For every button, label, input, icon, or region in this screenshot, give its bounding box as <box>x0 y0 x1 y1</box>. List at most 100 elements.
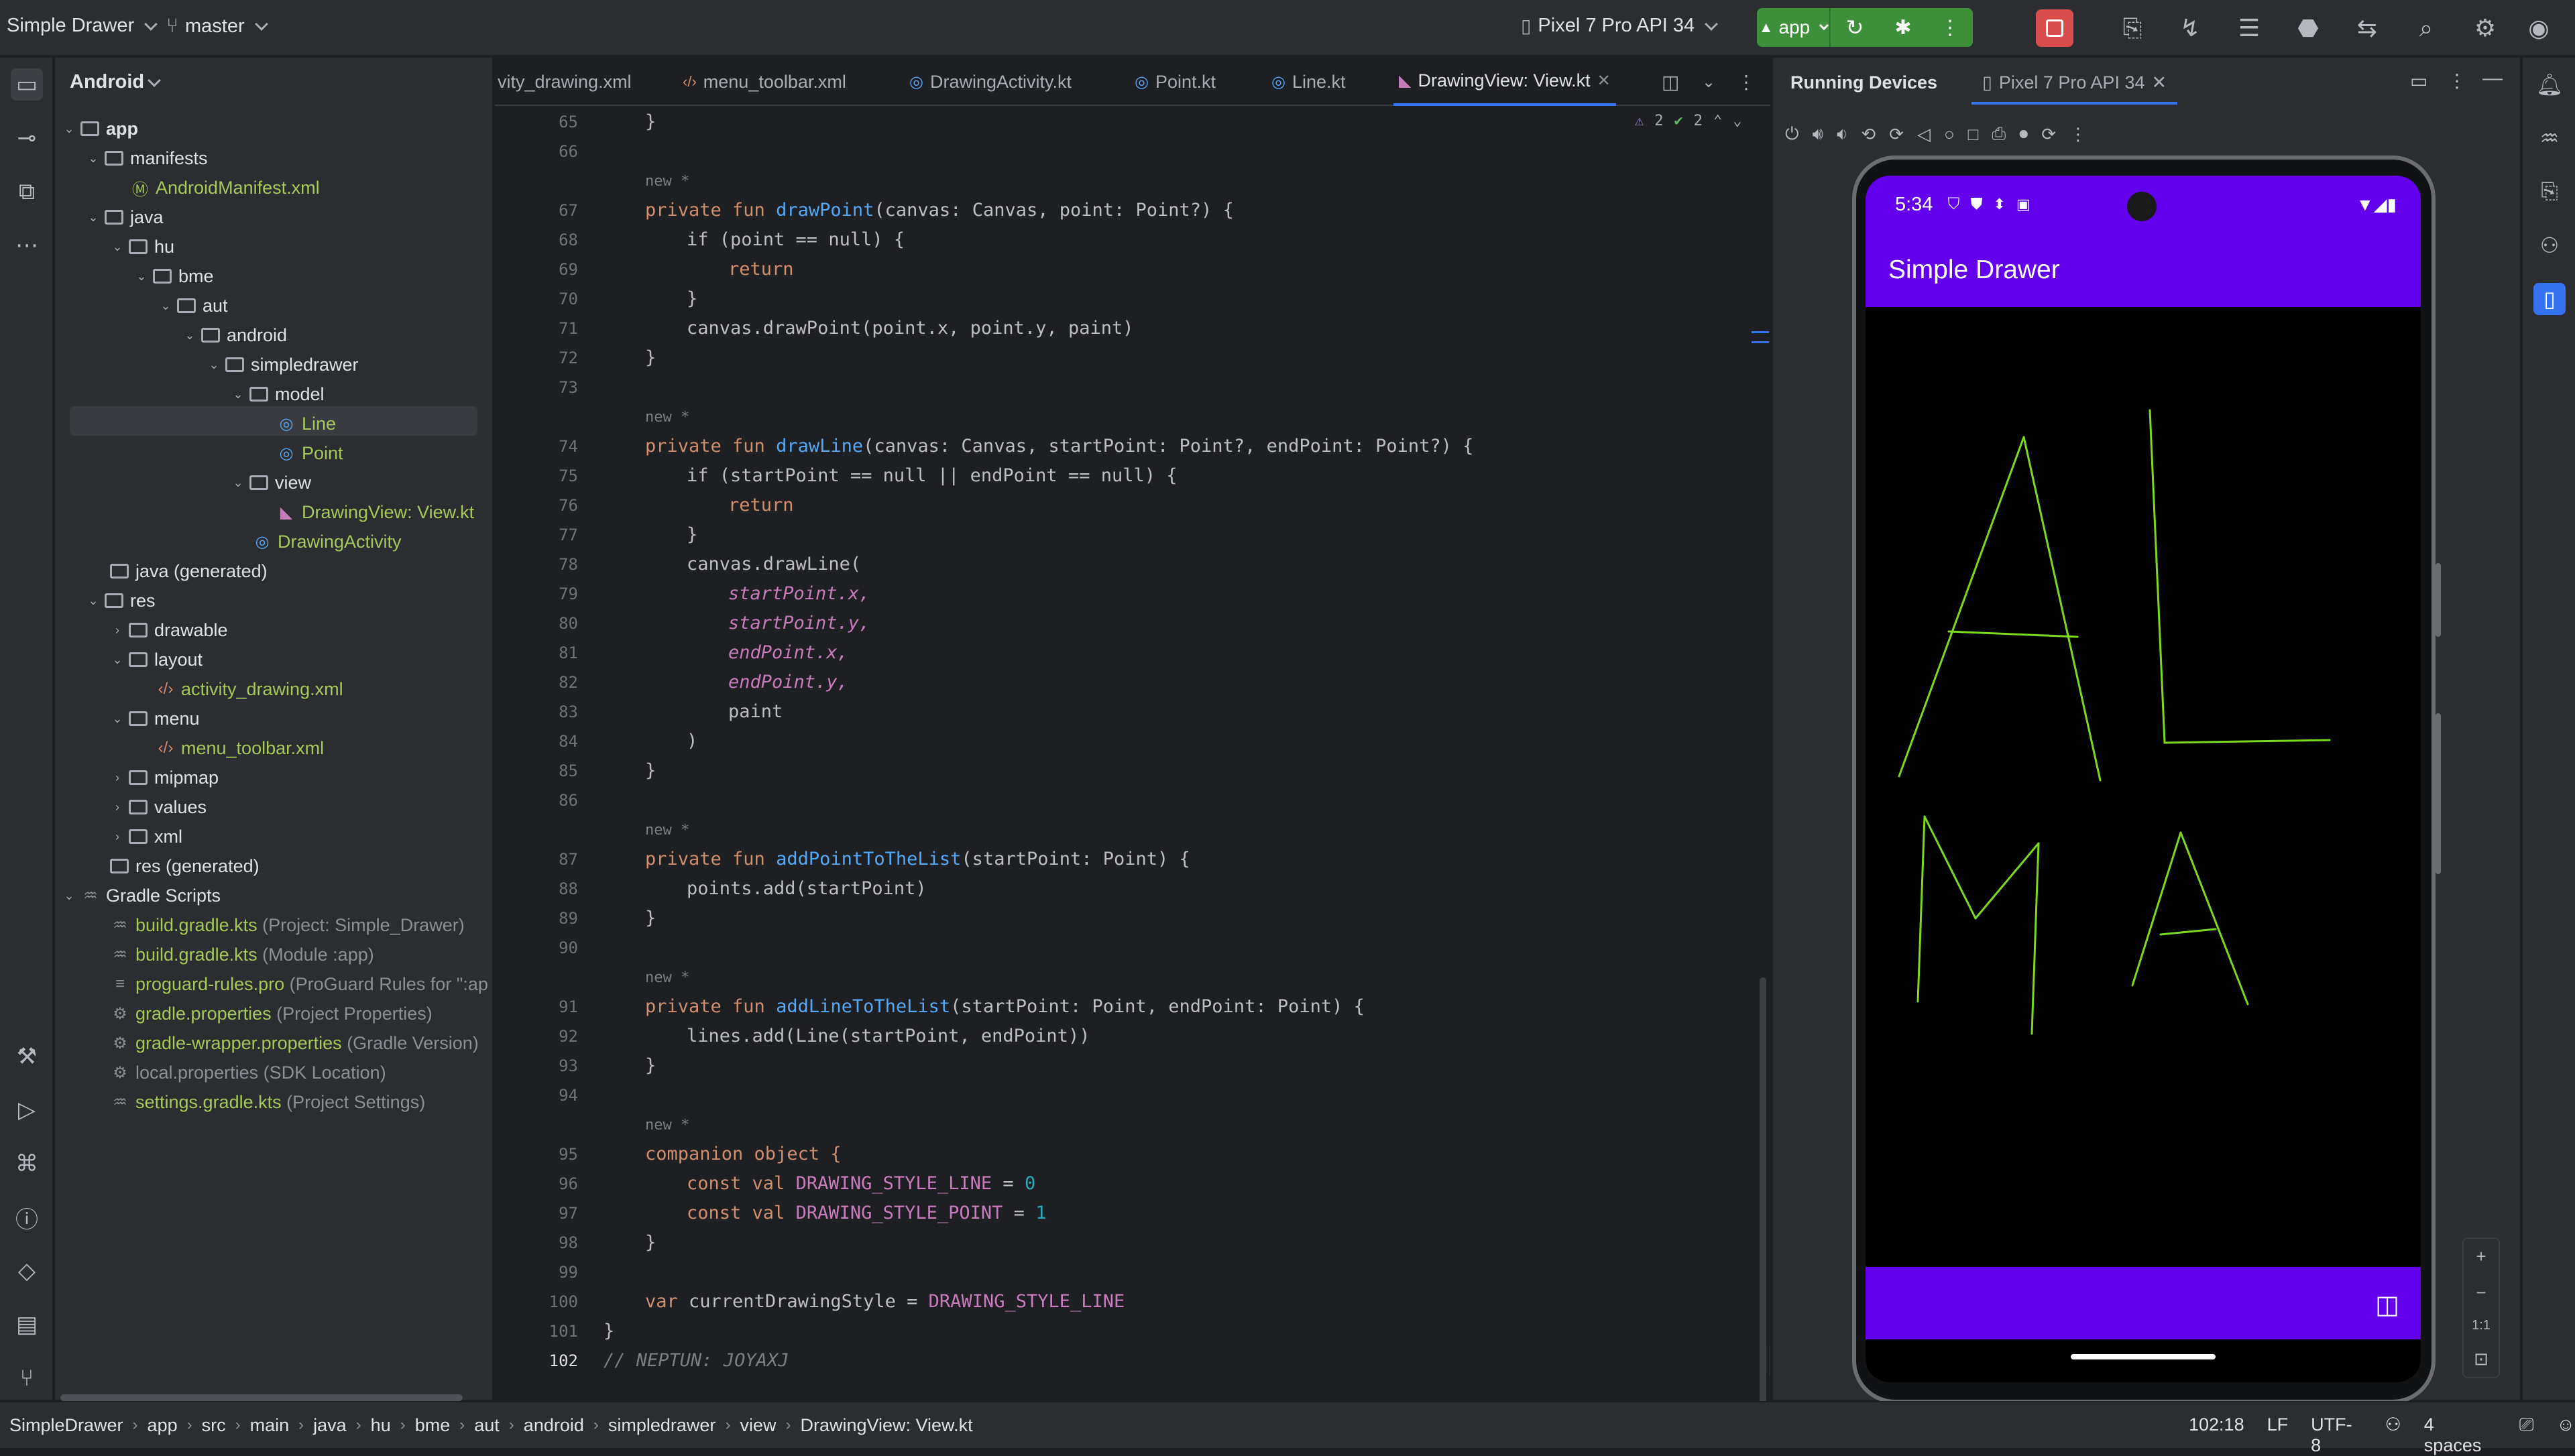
tree-item-android[interactable]: ⌄ android <box>182 320 287 350</box>
volume-up-icon[interactable]: 🔊︎ <box>1813 123 1823 145</box>
device-selector[interactable]: ▯ Pixel 7 Pro API 34 <box>1521 15 1719 37</box>
line-separator[interactable]: LF <box>2267 1414 2289 1456</box>
breadcrumb-item[interactable]: hu <box>371 1415 391 1436</box>
tree-item-model[interactable]: ⌄ model <box>231 379 324 409</box>
rerun-icon[interactable]: ↻ <box>1831 8 1879 47</box>
run-config-selector[interactable]: ▲ app <box>1757 8 1831 47</box>
tree-item-activity-drawing[interactable]: ‹/› activity_drawing.xml <box>156 674 343 704</box>
device-file-explorer-icon[interactable]: ⎘ <box>2533 176 2566 208</box>
code-editor[interactable]: ⚠ 2 ✔ 2 ⌃ ⌄ } new * private fun drawPoint(can… <box>595 106 1769 1420</box>
breadcrumb-item[interactable]: SimpleDrawer <box>9 1415 123 1436</box>
reset-icon[interactable]: ⟳ <box>2041 124 2056 145</box>
tree-item-build-gradle-project[interactable]: ♒ build.gradle.kts (Project: Simple_Drawe… <box>110 910 464 940</box>
tree-item-java-generated[interactable]: java (generated) <box>110 556 268 586</box>
smiley-icon[interactable]: ☺ <box>2556 1414 2575 1456</box>
tree-item-mipmap[interactable]: › mipmap <box>110 763 219 792</box>
breadcrumb-item[interactable]: bme <box>415 1415 451 1436</box>
split-editor-icon[interactable]: ◫ <box>1662 58 1679 106</box>
app-inspection-icon[interactable]: ⌘ <box>11 1148 43 1180</box>
problems-icon[interactable]: ⓘ <box>11 1201 43 1233</box>
zoom-out-icon[interactable]: − <box>2476 1282 2486 1303</box>
switch-style-icon[interactable]: ◫ <box>2375 1290 2399 1320</box>
breadcrumb-item[interactable]: view <box>740 1415 776 1436</box>
tree-item-res-generated[interactable]: res (generated) <box>110 851 260 881</box>
tree-item-hu[interactable]: ⌄ hu <box>110 232 174 261</box>
tree-item-drawingactivity[interactable]: ◎ DrawingActivity <box>252 527 402 556</box>
search-icon[interactable]: ⌕ <box>2410 12 2442 44</box>
screen-record-icon[interactable]: ⏺ <box>2019 123 2028 145</box>
tree-item-manifests[interactable]: ⌄ manifests <box>86 143 207 173</box>
breadcrumb-item[interactable]: aut <box>474 1415 500 1436</box>
lock-icon[interactable]: ⎚ <box>2519 1414 2534 1456</box>
tree-item-local-properties[interactable]: ⚙ local.properties (SDK Location) <box>110 1058 386 1087</box>
screenshot-icon[interactable]: ⎙ <box>1992 123 2006 145</box>
debug-icon[interactable]: ✱ <box>1879 8 1927 47</box>
device-tab[interactable]: ▯ Pixel 7 Pro API 34 ✕ <box>1971 63 2178 105</box>
apply-changes-icon[interactable]: ↯ <box>2174 12 2206 44</box>
gradle-icon[interactable]: ♒ <box>2533 122 2566 154</box>
breadcrumb-item[interactable]: src <box>202 1415 226 1436</box>
tab-drawingview[interactable]: ◣ DrawingView: View.kt ✕ <box>1393 58 1616 106</box>
device-screen[interactable]: 5:34 ⛉ ⛊ ⬍ ▣ ▼◢▮ Simple Drawer ◫ <box>1866 176 2421 1382</box>
more-tools-icon[interactable]: ⋯ <box>11 229 43 261</box>
tree-item-point[interactable]: ◎ Point <box>276 438 343 468</box>
caret-position[interactable]: 102:18 <box>2189 1414 2244 1456</box>
tree-item-xml[interactable]: › xml <box>110 822 182 851</box>
branch-selector[interactable]: ⑂ master <box>166 15 268 38</box>
tab-menu-toolbar[interactable]: ‹/› menu_toolbar.xml <box>683 58 846 106</box>
tree-item-app[interactable]: ⌄ app <box>62 114 138 143</box>
chevron-down-icon[interactable]: ⌄ <box>1702 58 1715 106</box>
project-selector[interactable]: Simple Drawer <box>7 15 158 37</box>
project-view-selector[interactable]: Android <box>70 71 162 93</box>
chevron-up-icon[interactable]: ⌃ <box>1713 113 1722 129</box>
close-icon[interactable]: ✕ <box>2151 72 2167 93</box>
tab-activity-drawing[interactable]: vity_drawing.xml <box>498 58 632 106</box>
breadcrumb-item[interactable]: DrawingView: View.kt <box>800 1415 972 1436</box>
project-folder-icon[interactable]: ▭ <box>11 68 43 101</box>
tab-point[interactable]: ◎ Point.kt <box>1135 58 1216 106</box>
more-icon[interactable]: ⋮ <box>1927 8 1973 47</box>
build-variants-icon[interactable]: ☰ <box>2233 12 2265 44</box>
running-devices-icon[interactable]: ▯ <box>2533 283 2566 315</box>
tree-item-build-gradle-module[interactable]: ♒ build.gradle.kts (Module :app) <box>110 940 374 969</box>
tree-item-layout[interactable]: ⌄ layout <box>110 645 203 674</box>
tree-item-menu-toolbar[interactable]: ‹/› menu_toolbar.xml <box>156 733 324 763</box>
tab-drawing-activity[interactable]: ◎ DrawingActivity.kt <box>909 58 1072 106</box>
tree-item-drawable[interactable]: › drawable <box>110 615 228 645</box>
tree-item-values[interactable]: › values <box>110 792 207 822</box>
zoom-actual-size[interactable]: 1:1 <box>2472 1318 2491 1333</box>
tree-item-androidmanifest[interactable]: Ⓜ AndroidManifest.xml <box>130 173 320 202</box>
tab-line[interactable]: ◎ Line.kt <box>1271 58 1346 106</box>
power-icon[interactable]: ⏻ <box>1785 123 1799 145</box>
settings-icon[interactable]: ⚙ <box>2469 12 2501 44</box>
rotate-left-icon[interactable]: ⟲ <box>1861 124 1876 145</box>
version-control-icon[interactable]: ⑂ <box>11 1362 43 1394</box>
tree-item-res[interactable]: ⌄ res <box>86 586 155 615</box>
minimize-icon[interactable]: — <box>2482 67 2503 90</box>
tree-item-bme[interactable]: ⌄ bme <box>134 261 213 291</box>
fit-screen-icon[interactable]: ⊡ <box>2474 1349 2488 1370</box>
horizontal-scrollbar[interactable] <box>60 1394 463 1401</box>
rotate-right-icon[interactable]: ⟳ <box>1889 124 1904 145</box>
breadcrumb-item[interactable]: android <box>524 1415 584 1436</box>
structure-icon[interactable]: ⧉ <box>11 176 43 208</box>
gemini-assistant-icon[interactable]: ⚇ <box>2533 229 2566 261</box>
breadcrumb-item[interactable]: main <box>250 1415 290 1436</box>
inspection-widget[interactable]: ⚠ 2 ✔ 2 ⌃ ⌄ <box>1635 113 1742 129</box>
breadcrumb-item[interactable]: java <box>313 1415 347 1436</box>
tree-item-aut[interactable]: ⌄ aut <box>158 291 227 320</box>
tree-item-java[interactable]: ⌄ java <box>86 202 163 232</box>
drawing-canvas[interactable] <box>1866 307 2421 1267</box>
tree-item-simpledrawer[interactable]: ⌄ simpledrawer <box>207 350 358 379</box>
overview-icon[interactable]: □ <box>1968 124 1979 145</box>
stop-button[interactable] <box>2036 9 2073 47</box>
build-icon[interactable]: ⚒ <box>11 1040 43 1073</box>
tree-item-gradle-scripts[interactable]: ⌄ ♒ Gradle Scripts <box>62 881 221 910</box>
run-icon[interactable]: ▷ <box>11 1094 43 1126</box>
tree-item-view[interactable]: ⌄ view <box>231 468 311 497</box>
sdk-manager-icon[interactable]: ⬣ <box>2292 12 2324 44</box>
commit-icon[interactable]: ⊸ <box>11 122 43 154</box>
tree-item-line[interactable]: ◎ Line <box>276 409 337 438</box>
back-icon[interactable]: ◁ <box>1917 124 1931 145</box>
indent-setting[interactable]: 4 spaces <box>2424 1414 2497 1456</box>
